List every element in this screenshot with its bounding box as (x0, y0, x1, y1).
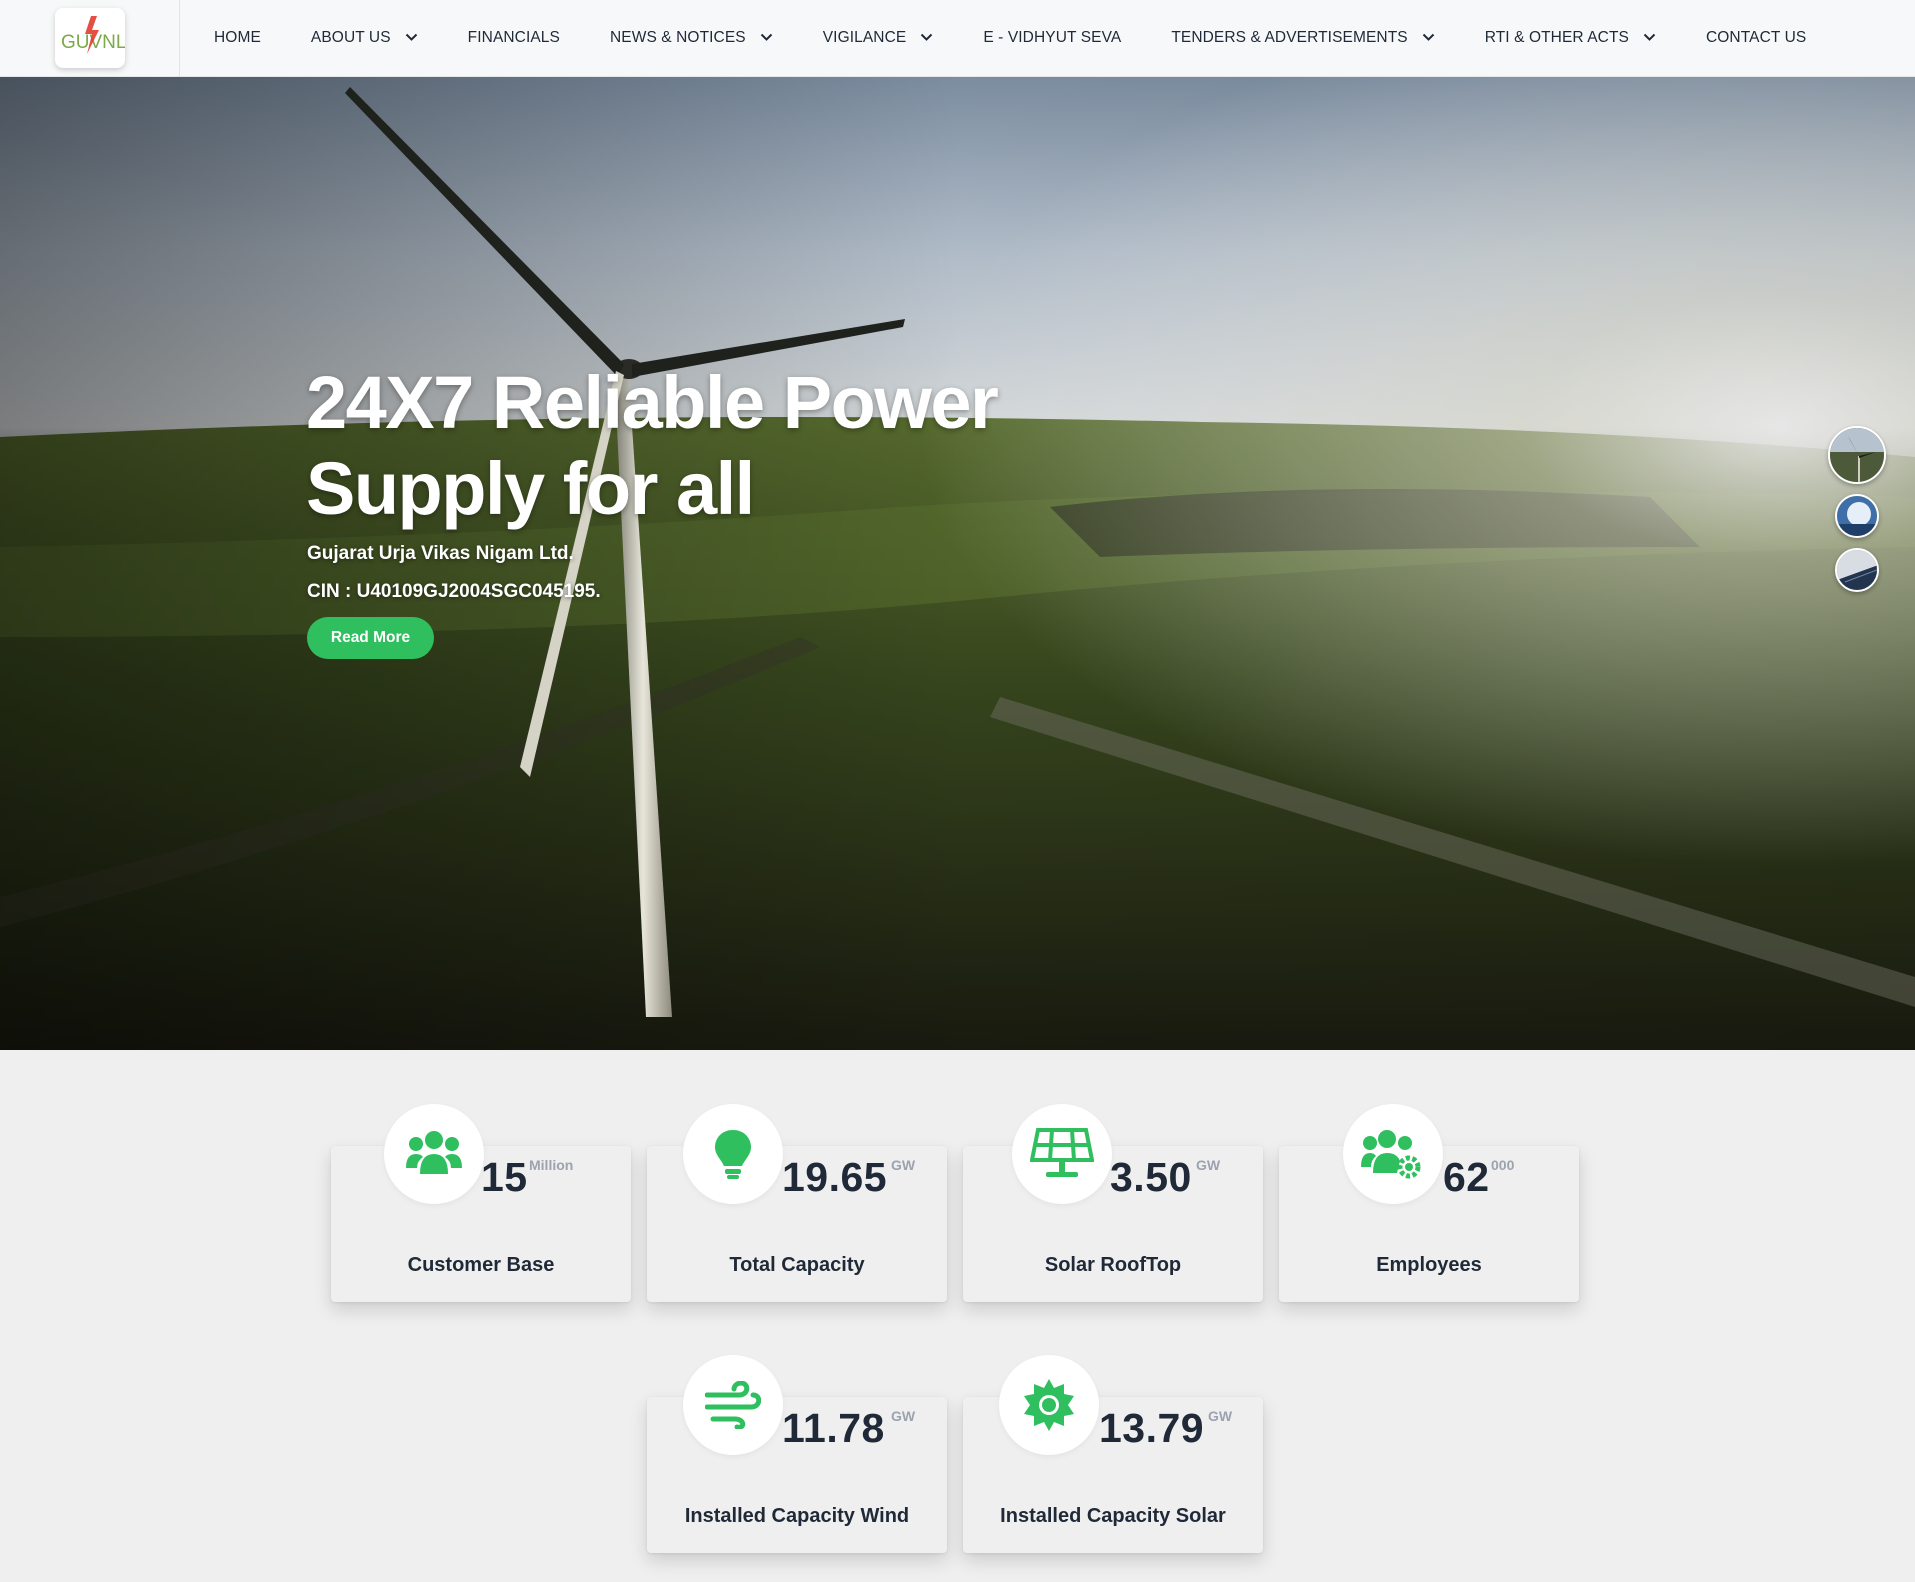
stat-card-customer-base: 15 Million Customer Base (331, 1104, 631, 1302)
nav-item-label: FINANCIALS (467, 29, 560, 46)
hero-slider: 24X7 Reliable Power Supply for all Gujar… (0, 77, 1915, 1050)
stat-card-solar-rooftop: 3.50 GW Solar RoofTop (963, 1104, 1263, 1302)
stat-unit: GW (891, 1157, 916, 1173)
stat-value: 11.78 (782, 1405, 885, 1451)
sun-icon (999, 1355, 1099, 1455)
slide-thumb-solar-sky[interactable] (1835, 494, 1879, 538)
stat-card-installed-capacity-solar: 13.79 GW Installed Capacity Solar (963, 1355, 1263, 1553)
guvnl-logo[interactable]: GUVNL (54, 8, 125, 68)
chevron-down-icon (1643, 29, 1656, 47)
stat-label: Customer Base (407, 1254, 555, 1276)
hero-title-line-1: 24X7 Reliable Power (306, 361, 999, 444)
stat-card-total-capacity: 19.65 GW Total Capacity (647, 1104, 947, 1302)
users-icon (384, 1104, 484, 1204)
lightbulb-icon (683, 1104, 783, 1204)
stat-card-installed-capacity-wind: 11.78 GW Installed Capacity Wind (647, 1355, 947, 1553)
slide-thumbnails (1828, 426, 1886, 602)
stat-value: 15 (481, 1154, 528, 1200)
nav-item-rti-other-acts[interactable]: RTI & OTHER ACTS (1485, 29, 1656, 47)
stat-unit: GW (1196, 1157, 1221, 1173)
nav-item-tenders-advertisements[interactable]: TENDERS & ADVERTISEMENTS (1171, 29, 1434, 47)
logo-mark: GUVNL (61, 16, 125, 54)
slide-thumb-solar-panels[interactable] (1835, 548, 1879, 592)
chevron-down-icon (405, 29, 418, 47)
nav-item-vigilance[interactable]: VIGILANCE (823, 29, 934, 47)
stat-unit: 000 (1491, 1157, 1515, 1173)
chevron-down-icon (1422, 33, 1434, 41)
hero-company-name: Gujarat Urja Vikas Nigam Ltd. (307, 543, 574, 564)
stat-value: 13.79 (1099, 1405, 1205, 1451)
stat-value: 62 (1443, 1154, 1490, 1200)
stat-label: Total Capacity (729, 1254, 865, 1276)
stat-unit: GW (891, 1408, 916, 1424)
read-more-button[interactable]: Read More (307, 617, 434, 659)
top-navbar: GUVNL HOME ABOUT US FINANCIALS NEWS & NOTIC… (0, 0, 1915, 77)
nav-item-label: E - VIDHYUT SEVA (983, 29, 1122, 46)
nav-item-label: HOME (214, 29, 261, 46)
chevron-down-icon (760, 29, 773, 47)
wind-icon (683, 1355, 783, 1455)
nav-item-label: NEWS & NOTICES (609, 29, 746, 46)
nav-item-news-notices[interactable]: NEWS & NOTICES (610, 29, 773, 47)
chevron-down-icon (920, 29, 933, 47)
hero-title-line-2: Supply for all (306, 447, 755, 530)
hero-background-image (0, 77, 1915, 1050)
hero-cin: CIN : U40109GJ2004SGC045195. (307, 581, 601, 602)
stat-label: Installed Capacity Wind (684, 1505, 910, 1527)
stat-value: 3.50 (1110, 1154, 1192, 1200)
hero-title: 24X7 Reliable Power Supply for all (306, 360, 1026, 532)
stat-unit: GW (1208, 1408, 1233, 1424)
chevron-down-icon (1643, 33, 1656, 41)
nav-item-home[interactable]: HOME (214, 29, 261, 47)
chevron-down-icon (760, 33, 772, 41)
nav-item-contact-us[interactable]: CONTACT US (1706, 29, 1806, 47)
nav-item-label: CONTACT US (1705, 29, 1807, 46)
stats-section: 15 Million Customer Base 19.65 GW Total Capac… (0, 1050, 1915, 1582)
nav-item-financials[interactable]: FINANCIALS (468, 29, 560, 47)
solar-panel-icon (1012, 1104, 1112, 1204)
stat-card-employees: 62 000 Employees (1279, 1104, 1579, 1302)
main-nav: HOME ABOUT US FINANCIALS NEWS & NOTICES VIGI… (214, 29, 1856, 47)
nav-item-label: RTI & OTHER ACTS (1484, 29, 1629, 46)
slide-thumb-wind-turbine[interactable] (1828, 426, 1886, 484)
nav-item-label: ABOUT US (310, 29, 391, 46)
chevron-down-icon (1422, 29, 1435, 47)
stat-label: Installed Capacity Solar (1000, 1505, 1226, 1527)
nav-item-e-vidhyut-seva[interactable]: E - VIDHYUT SEVA (983, 29, 1121, 47)
stat-label: Solar RoofTop (1044, 1254, 1182, 1276)
nav-item-label: TENDERS & ADVERTISEMENTS (1171, 29, 1408, 46)
stat-value: 19.65 (782, 1154, 888, 1200)
stat-label: Employees (1376, 1254, 1482, 1276)
chevron-down-icon (405, 33, 417, 41)
nav-item-about-us[interactable]: ABOUT US (311, 29, 418, 47)
logo-area: GUVNL (0, 0, 180, 77)
chevron-down-icon (921, 33, 933, 41)
stat-unit: Million (529, 1157, 574, 1173)
users-gear-icon (1343, 1104, 1443, 1204)
nav-item-label: VIGILANCE (822, 29, 907, 46)
